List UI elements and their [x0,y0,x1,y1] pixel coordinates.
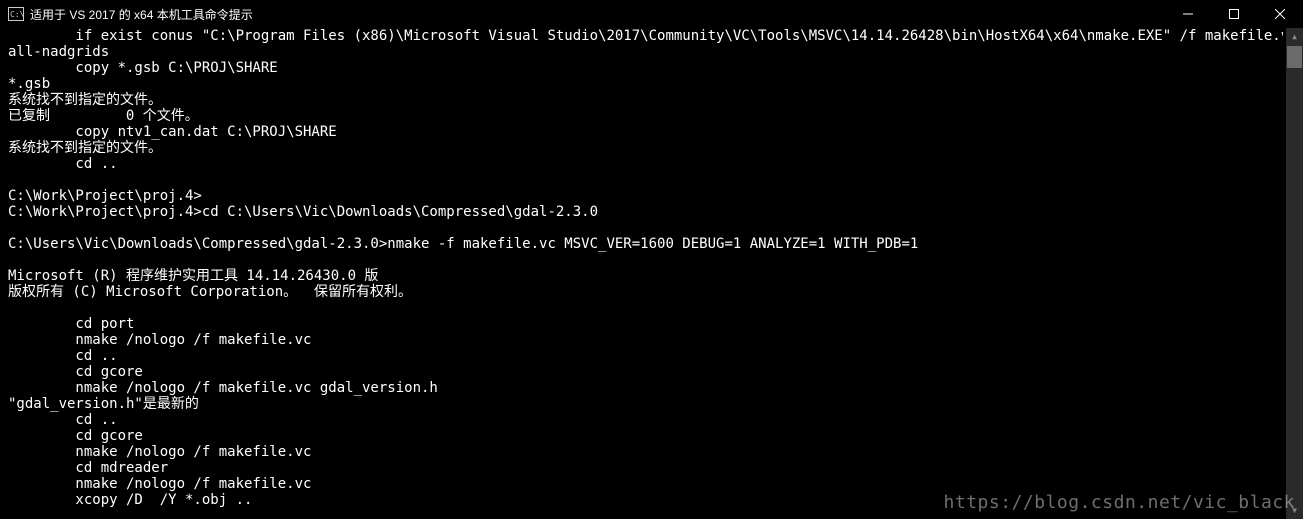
window-controls [1165,0,1303,28]
scroll-thumb[interactable] [1287,46,1302,68]
svg-text:C:\: C:\ [10,10,24,19]
cmd-icon: C:\ [8,7,24,21]
terminal-area[interactable]: if exist conus "C:\Program Files (x86)\M… [0,28,1303,519]
window-titlebar: C:\ 适用于 VS 2017 的 x64 本机工具命令提示 [0,0,1303,28]
maximize-button[interactable] [1211,0,1257,28]
scroll-down-arrow[interactable]: ▼ [1286,502,1303,519]
window-title: 适用于 VS 2017 的 x64 本机工具命令提示 [30,6,253,23]
minimize-button[interactable] [1165,0,1211,28]
scroll-up-arrow[interactable]: ▲ [1286,28,1303,45]
terminal-output: if exist conus "C:\Program Files (x86)\M… [8,28,1283,519]
vertical-scrollbar[interactable]: ▲ ▼ [1286,28,1303,519]
close-button[interactable] [1257,0,1303,28]
titlebar-left: C:\ 适用于 VS 2017 的 x64 本机工具命令提示 [8,6,253,23]
